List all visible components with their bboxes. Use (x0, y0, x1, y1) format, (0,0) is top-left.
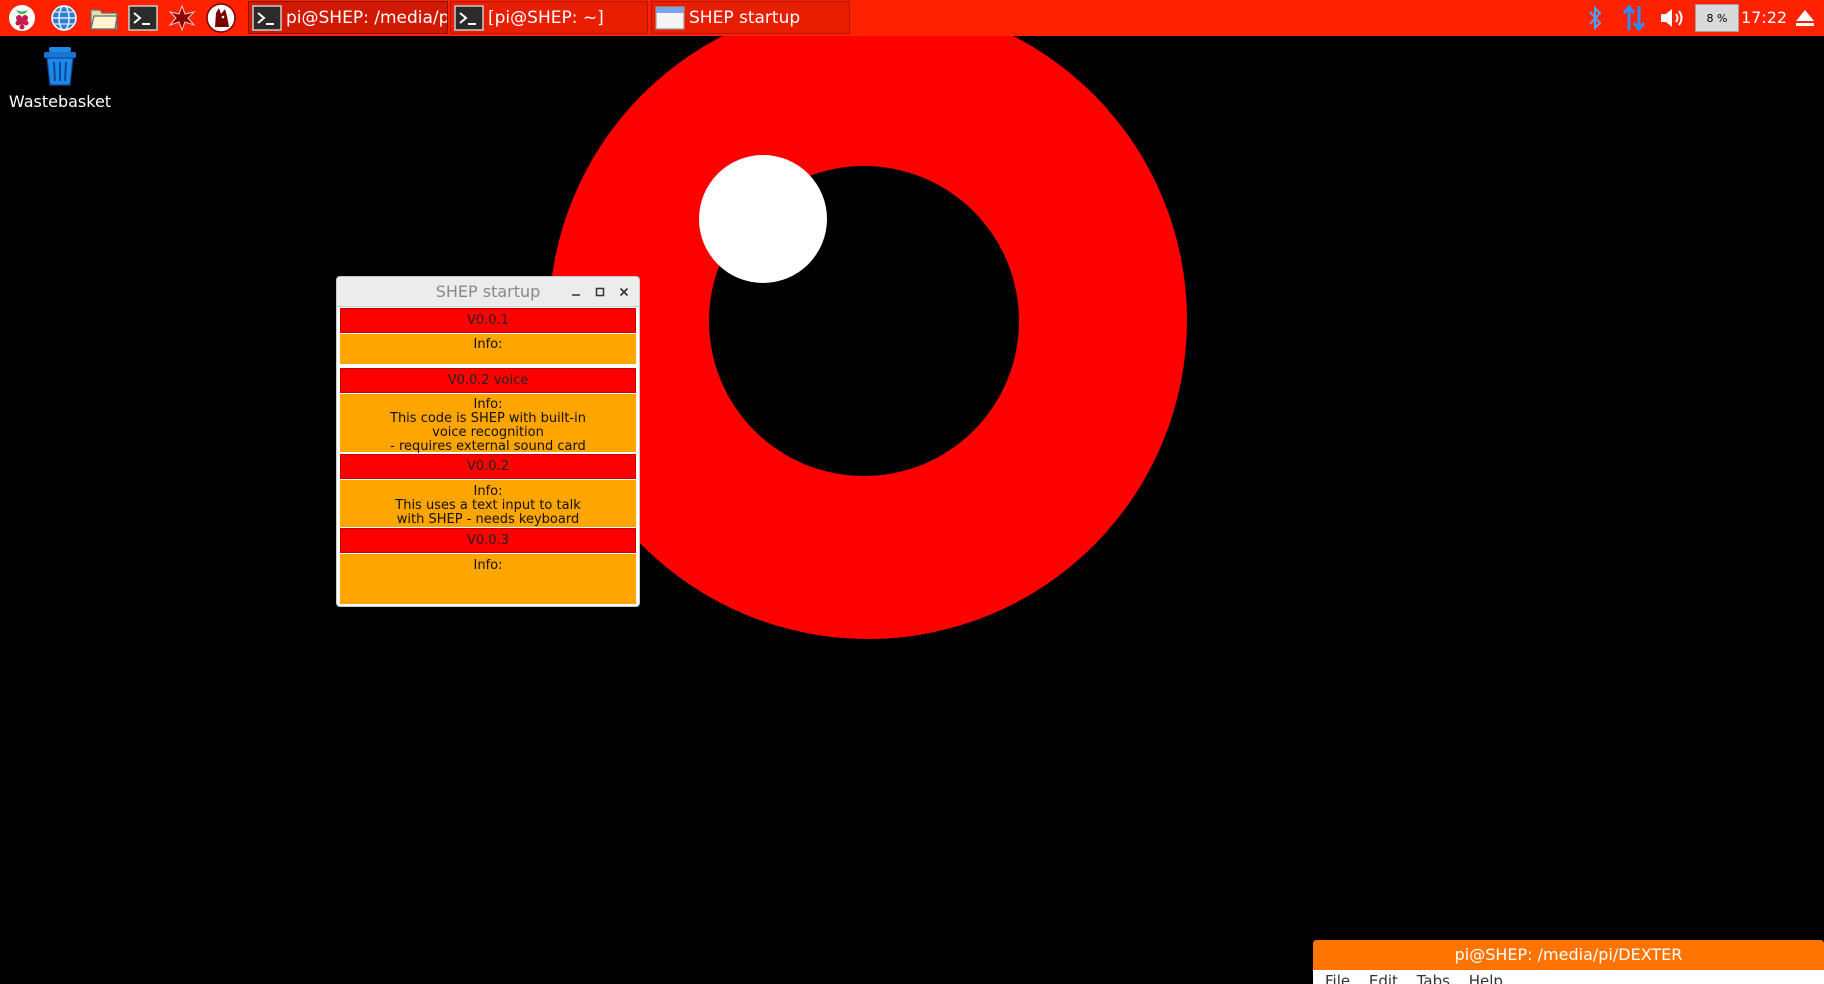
terminal-icon (128, 5, 158, 31)
info-line: voice recognition (432, 425, 544, 440)
info-line: Info: (473, 484, 503, 499)
terminal-window-dexter: pi@SHEP: /media/pi/DEXTER File Edit Tabs… (1313, 940, 1824, 984)
tray-eject[interactable] (1790, 0, 1820, 36)
menu-help[interactable]: Help (1469, 972, 1503, 984)
globe-icon (51, 5, 77, 31)
shep-startup-dialog: SHEP startup V0.0.1 Info: V0.0.2 voice I… (336, 276, 640, 607)
close-button[interactable] (615, 283, 633, 301)
raspberry-icon (9, 5, 35, 31)
taskbar-window-label: SHEP startup (689, 7, 801, 28)
terminal-menubar: File Edit Tabs Help (1325, 972, 1517, 984)
taskbar-window-terminal-media[interactable]: pi@SHEP: /media/pi... (248, 1, 448, 34)
eye-highlight (699, 155, 827, 283)
version-button-v001[interactable]: V0.0.1 (340, 308, 636, 333)
menu-tabs[interactable]: Tabs (1417, 972, 1450, 984)
wolf-icon (206, 3, 236, 33)
maximize-button[interactable] (591, 283, 609, 301)
star-burst-icon (168, 4, 196, 32)
taskbar-window-label: [pi@SHEP: ~] (488, 7, 604, 28)
version-button-v002[interactable]: V0.0.2 (340, 454, 636, 479)
launcher-wolfram[interactable] (205, 3, 237, 33)
eject-icon (1796, 10, 1814, 26)
menu-file[interactable]: File (1325, 972, 1350, 984)
shep-eye-graphic (549, 36, 1187, 639)
version-info-v002-voice: Info: This code is SHEP with built-in vo… (340, 394, 636, 454)
minimize-button[interactable] (567, 283, 585, 301)
info-line: This uses a text input to talk (395, 498, 581, 513)
bluetooth-icon (1589, 5, 1602, 31)
menu-edit[interactable]: Edit (1369, 972, 1398, 984)
info-line: Info: (473, 397, 503, 412)
version-info-v001: Info: (340, 334, 636, 364)
clock[interactable]: 17:22 (1741, 0, 1787, 36)
terminal-icon (252, 4, 282, 31)
terminal-titlebar[interactable]: pi@SHEP: /media/pi/DEXTER (1313, 940, 1824, 970)
window-icon (655, 5, 685, 30)
wastebasket-label: Wastebasket (8, 92, 112, 111)
volume-icon (1661, 9, 1683, 27)
cpu-usage-value: 8 % (1706, 12, 1728, 25)
version-button-v003[interactable]: V0.0.3 (340, 528, 636, 553)
launcher-raspberry-menu[interactable] (6, 3, 38, 33)
version-info-v002: Info: This uses a text input to talk wit… (340, 480, 636, 527)
version-info-v003: Info: (340, 554, 636, 604)
dialog-titlebar[interactable]: SHEP startup (337, 277, 639, 307)
folder-icon (90, 9, 118, 30)
launcher-mathematica[interactable] (166, 3, 198, 33)
tray-bluetooth[interactable] (1580, 0, 1610, 36)
maximize-icon (595, 287, 605, 297)
info-line: Info: (473, 337, 503, 352)
cpu-usage-monitor[interactable]: 8 % (1695, 4, 1739, 32)
taskbar-window-label: pi@SHEP: /media/pi... (286, 7, 447, 28)
taskbar: pi@SHEP: /media/pi... [pi@SHEP: ~] SHEP … (0, 0, 1824, 36)
network-arrows-icon (1622, 4, 1646, 32)
taskbar-window-terminal-home[interactable]: [pi@SHEP: ~] (450, 1, 648, 34)
taskbar-window-shep-startup[interactable]: SHEP startup (651, 1, 850, 34)
wastebasket-icon (44, 47, 76, 86)
info-line: Info: (473, 558, 503, 573)
tray-network[interactable] (1617, 0, 1651, 36)
launcher-file-manager[interactable] (88, 3, 120, 33)
launcher-terminal[interactable] (127, 3, 159, 33)
info-line: - requires external sound card (390, 439, 586, 454)
minimize-icon (572, 294, 580, 296)
tray-volume[interactable] (1656, 0, 1690, 36)
launcher-web-browser[interactable] (48, 3, 80, 33)
info-line: This code is SHEP with built-in (390, 411, 586, 426)
desktop-icon-wastebasket[interactable]: Wastebasket (8, 44, 112, 111)
version-button-v002-voice[interactable]: V0.0.2 voice (340, 368, 636, 393)
close-icon (619, 287, 629, 297)
terminal-icon (454, 4, 484, 31)
info-line: with SHEP - needs keyboard (396, 512, 580, 527)
